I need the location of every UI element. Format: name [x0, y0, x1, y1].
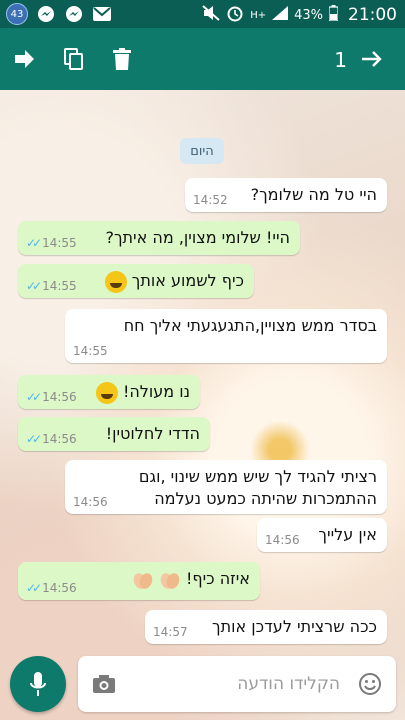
message-meta: ✓✓ 14:56 — [26, 581, 77, 595]
camera-icon — [93, 675, 115, 693]
message-meta: ✓✓ 14:55 — [26, 236, 77, 250]
clapping-hands-icon — [160, 572, 180, 589]
message-bubble[interactable]: אין עלייך 14:56 — [257, 518, 387, 552]
copy-button[interactable] — [58, 43, 90, 75]
network-type: H+ — [250, 9, 267, 21]
selected-count: 1 — [334, 48, 347, 72]
trash-icon — [113, 48, 131, 70]
battery-level: 43% — [294, 7, 323, 23]
message-time: 14:55 — [73, 344, 108, 358]
message-bubble[interactable]: נו מעולה! ✓✓ 14:56 — [18, 375, 200, 409]
message-time: 14:56 — [42, 581, 77, 595]
next-arrow-button[interactable] — [356, 43, 388, 75]
smiley-icon — [359, 673, 381, 695]
message-meta: 14:56 — [265, 533, 300, 547]
message-time: 14:56 — [265, 533, 300, 547]
message-bubble[interactable]: היי טל מה שלומך? 14:52 — [185, 178, 387, 212]
chat-area[interactable]: היום היי טל מה שלומך? 14:52 היי! שלומי מ… — [0, 90, 405, 720]
gmail-icon — [92, 4, 112, 24]
clock: 21:00 — [348, 5, 397, 25]
emoji-button[interactable] — [356, 670, 384, 698]
messenger-icon — [64, 4, 84, 24]
clapping-hands-icon — [133, 572, 153, 589]
camera-button[interactable] — [90, 670, 118, 698]
date-chip: היום — [180, 138, 224, 164]
message-meta: 14:57 — [153, 625, 188, 639]
arrow-right-icon — [362, 51, 382, 67]
microphone-icon — [30, 672, 46, 696]
mute-icon — [202, 5, 220, 25]
battery-icon — [328, 5, 339, 25]
message-text: בסדר ממש מצויין,התגעגעתי אליך חח — [123, 316, 377, 335]
delete-button[interactable] — [106, 43, 138, 75]
message-meta: ✓✓ 14:56 — [26, 432, 77, 446]
alarm-icon — [226, 4, 244, 26]
message-meta: ✓✓ 14:55 — [26, 279, 77, 293]
message-bubble[interactable]: בסדר ממש מצויין,התגעגעתי אליך חח 14:55 — [65, 309, 387, 363]
message-input[interactable] — [126, 668, 342, 700]
message-time: 14:56 — [42, 390, 77, 404]
notification-count-badge: 43 — [6, 3, 28, 25]
message-composer — [78, 656, 396, 712]
forward-arrow-icon — [15, 50, 34, 68]
message-time: 14:52 — [193, 193, 228, 207]
message-meta: 14:56 — [73, 495, 108, 509]
message-text: רציתי להגיד לך שיש ממש שינוי ,וגם ההתמכר… — [138, 467, 377, 508]
forward-button[interactable] — [8, 43, 40, 75]
selection-toolbar: 1 — [0, 28, 405, 90]
message-bubble[interactable]: רציתי להגיד לך שיש ממש שינוי ,וגם ההתמכר… — [65, 460, 387, 514]
read-ticks-icon: ✓✓ — [26, 236, 42, 250]
status-bar: 43 H+ 43% 21:00 — [0, 0, 405, 28]
message-meta: 14:55 — [73, 344, 108, 358]
message-bubble[interactable]: ככה שרציתי לעדכן אותך 14:57 — [145, 610, 387, 644]
message-bubble[interactable]: הדדי לחלוטין! ✓✓ 14:56 — [18, 417, 210, 451]
read-ticks-icon: ✓✓ — [26, 390, 42, 404]
message-text: ככה שרציתי לעדכן אותך — [212, 617, 377, 636]
copy-icon — [64, 48, 83, 70]
grinning-face-icon — [95, 381, 118, 404]
read-ticks-icon: ✓✓ — [26, 581, 42, 595]
read-ticks-icon: ✓✓ — [26, 279, 42, 293]
message-bubble[interactable]: היי! שלומי מצוין, מה איתך? ✓✓ 14:55 — [18, 221, 300, 255]
message-time: 14:57 — [153, 625, 188, 639]
signal-icon — [272, 6, 289, 24]
voice-record-button[interactable] — [10, 656, 66, 712]
messenger-icon — [36, 4, 56, 24]
read-ticks-icon: ✓✓ — [26, 432, 42, 446]
message-time: 14:55 — [42, 279, 77, 293]
message-time: 14:56 — [73, 495, 108, 509]
message-meta: 14:52 — [193, 193, 228, 207]
grinning-face-icon — [104, 270, 127, 293]
message-meta: ✓✓ 14:56 — [26, 390, 77, 404]
message-time: 14:55 — [42, 236, 77, 250]
message-bubble[interactable]: איזה כיף! ✓✓ 14:56 — [18, 562, 260, 600]
message-time: 14:56 — [42, 432, 77, 446]
message-bubble[interactable]: כיף לשמוע אותך ✓✓ 14:55 — [18, 264, 254, 298]
